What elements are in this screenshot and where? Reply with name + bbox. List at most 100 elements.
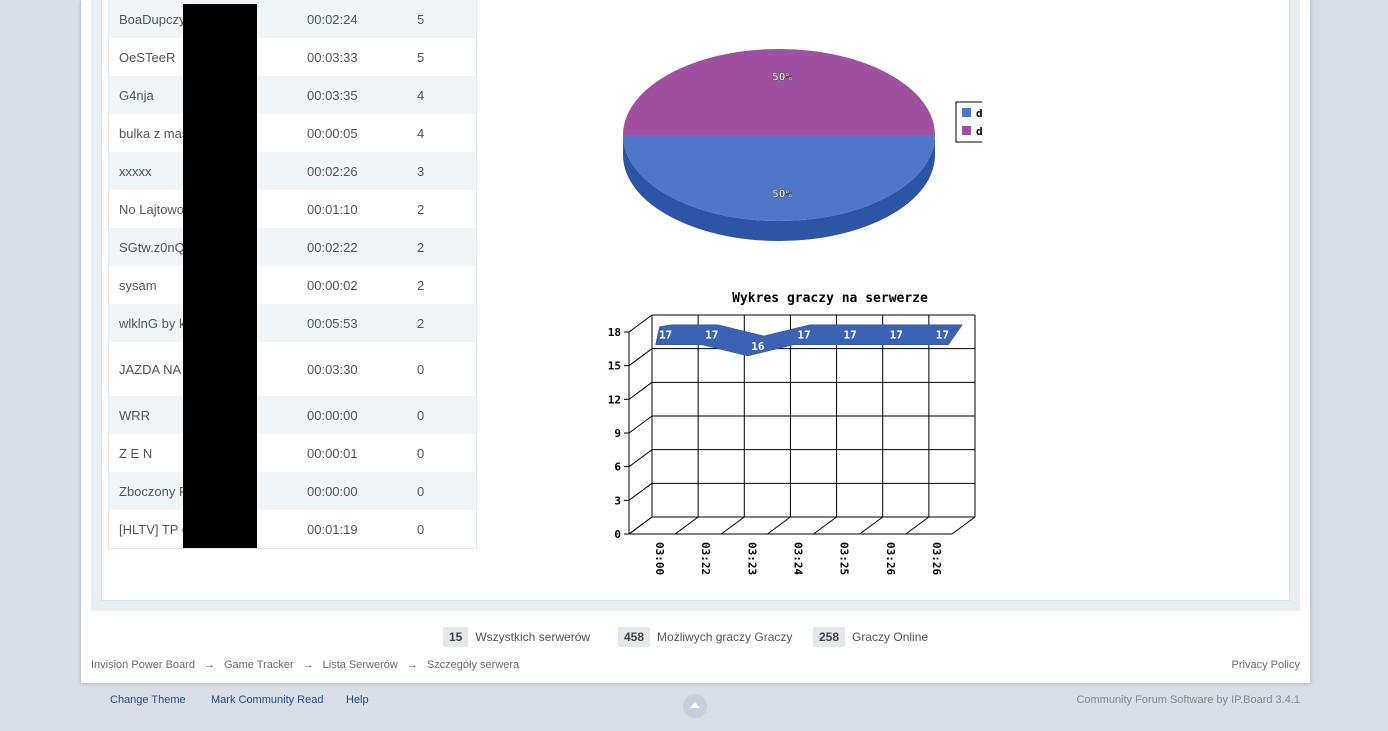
player-row: JAZDA NA NOCKA//M00:03:300: [109, 342, 477, 396]
chart-grid: [628, 314, 976, 535]
stats-bar: 15 Wszystkich serwerów 458 Możliwych gra…: [0, 626, 1388, 648]
help-link[interactable]: Help: [346, 694, 369, 706]
player-time: 00:03:35: [297, 76, 407, 114]
y-tick-label: 9: [614, 427, 621, 440]
x-tick-label: 03:23: [745, 542, 758, 575]
data-label: 17: [844, 329, 857, 342]
breadcrumb-game-tracker[interactable]: Game Tracker: [224, 659, 294, 671]
footer-credit: Community Forum Software by IP.Board 3.4…: [1076, 694, 1300, 706]
breadcrumb: Invision Power Board → Game Tracker → Li…: [91, 659, 519, 671]
pie-legend-label: de_inferno: [976, 125, 982, 138]
player-time: 00:00:00: [297, 472, 407, 510]
y-tick-label: 15: [608, 360, 621, 373]
player-score: 3: [407, 152, 477, 190]
legend-swatch: [962, 108, 971, 117]
pie-data-label: 50%: [772, 71, 792, 84]
y-tick-label: 6: [614, 461, 621, 474]
back-to-top-button[interactable]: [683, 694, 707, 718]
change-theme-link[interactable]: Change Theme: [110, 694, 186, 706]
pie-slice-de_inferno: [623, 49, 935, 135]
mark-read-link[interactable]: Mark Community Read: [211, 694, 323, 706]
pie-legend-label: de_train: [976, 107, 982, 120]
data-label: 17: [705, 329, 718, 342]
player-score: 0: [417, 361, 425, 377]
player-time: 00:03:30: [307, 361, 358, 377]
player-score: 2: [417, 201, 425, 217]
stat-servers-label: Wszystkich serwerów: [475, 630, 591, 644]
breadcrumb-arrow-icon: →: [203, 659, 215, 671]
player-row: G4nja 00:03:35 4: [108, 76, 477, 114]
x-tick-label: 03:25: [838, 542, 851, 575]
breadcrumb-arrow-icon: →: [406, 659, 418, 671]
player-score: 2: [407, 304, 477, 342]
stat-online: 258 Graczy Online: [813, 626, 928, 648]
player-time: 00:01:19: [307, 521, 358, 537]
player-row: [HLTV] TP com 00:01:19 0: [109, 510, 477, 549]
privacy-policy-link[interactable]: Privacy Policy: [1232, 659, 1300, 671]
data-label: 17: [936, 329, 949, 342]
player-time: 00:00:02: [307, 277, 358, 293]
player-score: 2: [407, 228, 477, 266]
players-area-chart: Wykres graczy na serwerze 0 3 6 9 12 15 18 17 17 1…: [608, 291, 976, 575]
player-row: SGtw.z0nQ 00:02:22 2: [108, 228, 477, 266]
player-score: 4: [407, 76, 477, 114]
y-tick-label: 12: [608, 393, 621, 406]
stat-servers: 15 Wszystkich serwerów: [443, 626, 590, 648]
player-time: 00:03:33: [307, 49, 358, 65]
stat-online-label: Graczy Online: [852, 630, 929, 644]
data-label: 17: [797, 329, 810, 342]
player-time: 00:02:22: [297, 228, 407, 266]
players-table: BoaDupczy 00:02:24 5 OeSTeeR 00:03:33 5 G4nja 0…: [108, 0, 477, 549]
player-row: OeSTeeR 00:03:33 5: [109, 38, 477, 76]
x-tick-label: 03:22: [699, 542, 712, 575]
player-score: 5: [407, 0, 477, 38]
data-label: 16: [751, 340, 765, 353]
player-time: 00:05:53: [297, 304, 407, 342]
stat-max-players-label: Możliwych graczy Graczy: [657, 630, 793, 644]
player-score: 0: [407, 472, 477, 510]
player-score: 0: [407, 396, 477, 434]
chart-title: Wykres graczy na serwerze: [732, 291, 928, 306]
player-time: 00:02:26: [297, 152, 407, 190]
player-time: 00:00:00: [297, 396, 407, 434]
data-label: 17: [890, 329, 903, 342]
player-score: 5: [417, 49, 425, 65]
redaction-bar: [183, 4, 257, 548]
player-row: BoaDupczy 00:02:24 5: [108, 0, 477, 38]
player-time: 00:00:01: [307, 445, 358, 461]
x-tick-label: 03:24: [792, 542, 805, 575]
player-row: Zboczony F 00:00:00 0: [108, 472, 477, 510]
player-row: bulka z mas 00:00:05 4: [109, 114, 477, 152]
player-time: 00:00:05: [307, 125, 358, 141]
server-details-panel: BoaDupczy 00:02:24 5 OeSTeeR 00:03:33 5 G4nja 0…: [101, 0, 1290, 601]
player-row: WRR 00:00:00 0: [108, 396, 477, 434]
stat-max-players-count: 458: [618, 627, 651, 647]
map-pie-chart: 50% 50% de_train de_inferno: [623, 49, 982, 241]
player-score: 4: [417, 125, 425, 141]
page-container: BoaDupczy 00:02:24 5 OeSTeeR 00:03:33 5 G4nja 0…: [81, 0, 1310, 683]
x-tick-label: 03:26: [930, 542, 943, 575]
pie-legend: de_train de_inferno: [955, 101, 982, 143]
breadcrumb-home[interactable]: Invision Power Board: [91, 659, 195, 671]
breadcrumb-arrow-icon: →: [302, 659, 314, 671]
y-tick-label: 18: [608, 326, 621, 339]
player-row: wlklnG by k 00:05:53 2: [108, 304, 477, 342]
player-time: 00:02:24: [297, 0, 407, 38]
stat-max-players: 458 Możliwych graczy Graczy: [618, 626, 792, 648]
player-row: sysam 00:00:02 2: [109, 266, 477, 304]
x-tick-label: 03:26: [884, 542, 897, 575]
player-row: xxxxx 00:02:26 3: [108, 152, 477, 190]
stat-online-count: 258: [813, 627, 846, 647]
pie-data-label: 50%: [772, 187, 792, 200]
breadcrumb-server-details[interactable]: Szczegóły serwera: [427, 659, 519, 671]
data-label: 17: [659, 329, 672, 342]
player-score: 0: [417, 521, 425, 537]
player-row: No Lajtowo 00:01:10 2: [109, 190, 477, 228]
breadcrumb-server-list[interactable]: Lista Serwerów: [323, 659, 398, 671]
player-time: 00:01:10: [307, 201, 358, 217]
player-score: 0: [417, 445, 425, 461]
x-tick-label: 03:00: [653, 542, 666, 575]
player-score: 2: [417, 277, 425, 293]
stat-servers-count: 15: [443, 627, 469, 647]
y-tick-label: 0: [614, 528, 621, 541]
